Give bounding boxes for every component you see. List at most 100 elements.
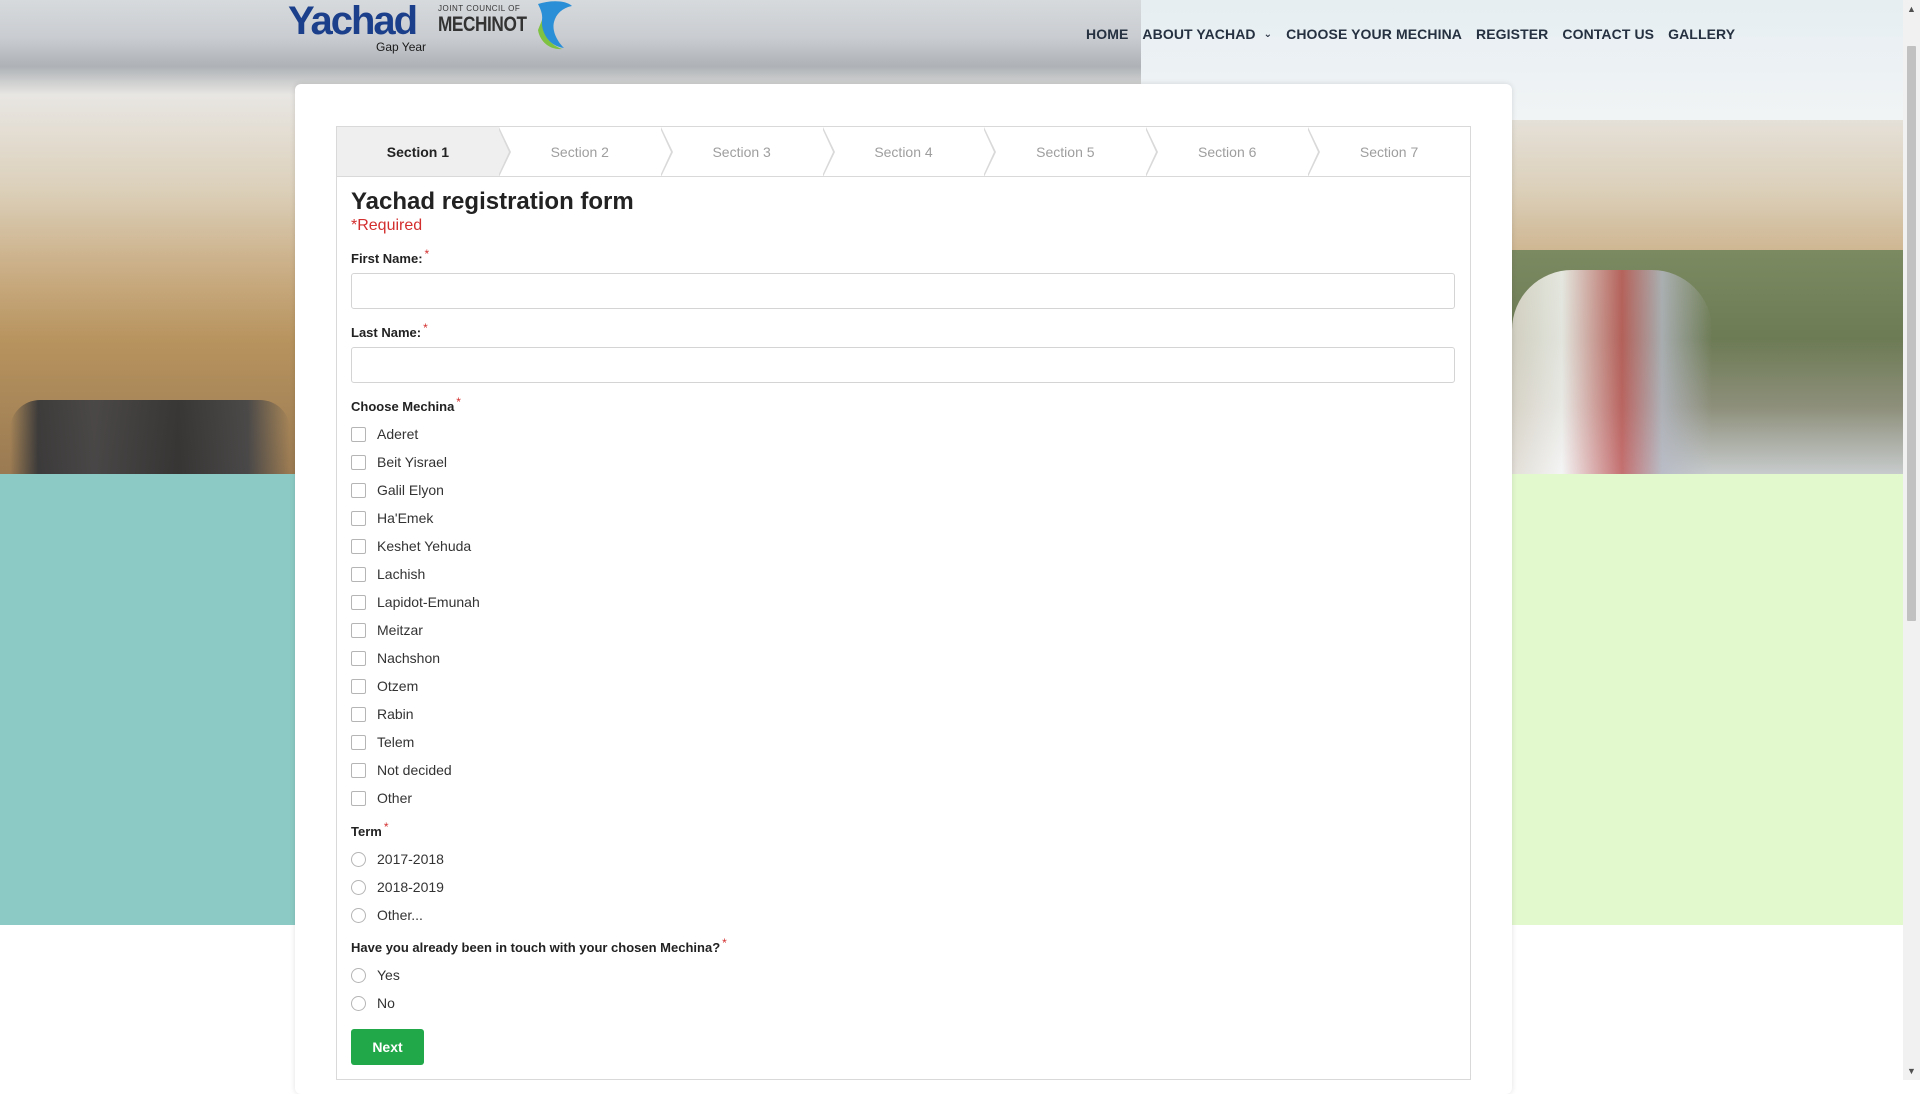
option-label: Ha'Emek xyxy=(377,510,434,526)
step-arrow xyxy=(497,127,511,177)
nav-label: CHOOSE YOUR MECHINA xyxy=(1286,26,1462,42)
option-label: Other xyxy=(377,790,413,806)
checkbox[interactable] xyxy=(351,538,366,554)
step-section-1[interactable]: Section 1 xyxy=(337,127,511,177)
option-label: Telem xyxy=(377,734,415,750)
option-label: Lapidot-Emunah xyxy=(377,594,480,610)
required-star: * xyxy=(456,395,461,409)
mechina-option-aderet[interactable]: Aderet xyxy=(351,426,418,442)
nav-label: HOME xyxy=(1086,26,1129,42)
mechina-option-otzem[interactable]: Otzem xyxy=(351,678,418,694)
checkbox[interactable] xyxy=(351,622,366,638)
term-option-2018-2019[interactable]: 2018-2019 xyxy=(351,879,444,895)
scrollbar-thumb[interactable] xyxy=(1907,46,1916,621)
checkbox[interactable] xyxy=(351,678,366,694)
radio-button[interactable] xyxy=(351,851,366,867)
step-label: Section 1 xyxy=(386,143,450,160)
nav-gallery[interactable]: GALLERY xyxy=(1668,26,1735,42)
page-scrollbar[interactable]: ▲ ▼ xyxy=(1903,0,1920,1080)
logo-yachad-text: Yachad xyxy=(288,0,418,43)
option-label: Other... xyxy=(377,907,423,923)
required-star: * xyxy=(423,321,428,335)
option-label: Keshet Yehuda xyxy=(377,538,472,554)
checkbox[interactable] xyxy=(351,650,366,666)
checkbox[interactable] xyxy=(351,426,366,442)
radio-button[interactable] xyxy=(351,907,366,923)
main-nav: HOME ABOUT YACHAD ⌄ CHOOSE YOUR MECHINA R… xyxy=(1086,26,1749,42)
label-text: Last Name: xyxy=(351,325,422,340)
term-option-other[interactable]: Other... xyxy=(351,907,423,923)
checkbox[interactable] xyxy=(351,762,366,778)
mechina-option-lapidot-emunah[interactable]: Lapidot-Emunah xyxy=(351,594,480,610)
option-label: Galil Elyon xyxy=(377,482,444,498)
contact-option-yes[interactable]: Yes xyxy=(351,967,400,983)
contact-question-label: Have you already been in touch with your… xyxy=(351,936,727,955)
last-name-input[interactable] xyxy=(351,347,1455,383)
nav-register[interactable]: REGISTER xyxy=(1476,26,1548,42)
mechina-option-galil-elyon[interactable]: Galil Elyon xyxy=(351,482,444,498)
required-star: * xyxy=(424,247,430,261)
mechina-option-beit-yisrael[interactable]: Beit Yisrael xyxy=(351,454,447,470)
step-label: Section 3 xyxy=(712,143,771,160)
label-text: Choose Mechina xyxy=(351,399,455,414)
site-logo[interactable]: Yachad Gap Year JOINT COUNCIL OF MECHINO… xyxy=(288,0,588,56)
option-label: 2017-2018 xyxy=(377,851,444,867)
option-label: Not decided xyxy=(377,762,452,778)
next-button[interactable]: Next xyxy=(351,1029,424,1065)
mechina-option-nachshon[interactable]: Nachshon xyxy=(351,650,440,666)
mechina-option-haemek[interactable]: Ha'Emek xyxy=(351,510,433,526)
mechina-option-rabin[interactable]: Rabin xyxy=(351,706,414,722)
label-text: First Name: xyxy=(351,251,423,266)
mechina-option-not-decided[interactable]: Not decided xyxy=(351,762,452,778)
scroll-up-icon[interactable]: ▲ xyxy=(1903,2,1920,16)
logo-bird-icon xyxy=(538,1,572,50)
mechina-option-telem[interactable]: Telem xyxy=(351,734,414,750)
step-section-6[interactable]: Section 6 xyxy=(1146,127,1321,177)
logo-tagline: Gap Year xyxy=(376,40,427,54)
checkbox[interactable] xyxy=(351,594,366,610)
step-section-7[interactable]: Section 7 xyxy=(1308,127,1470,176)
last-name-label: Last Name: * xyxy=(351,321,428,340)
radio-button[interactable] xyxy=(351,879,366,895)
nav-label: REGISTER xyxy=(1476,26,1549,42)
first-name-input[interactable] xyxy=(351,273,1455,309)
radio-button[interactable] xyxy=(351,995,366,1011)
first-name-label: First Name: * xyxy=(351,247,429,266)
mechina-option-meitzar[interactable]: Meitzar xyxy=(351,622,423,638)
nav-choose-mechina[interactable]: CHOOSE YOUR MECHINA xyxy=(1286,26,1462,42)
mechina-option-lachish[interactable]: Lachish xyxy=(351,566,425,582)
green-band xyxy=(1512,474,1903,925)
scroll-down-icon[interactable]: ▼ xyxy=(1903,1064,1920,1078)
nav-contact-us[interactable]: CONTACT US xyxy=(1562,26,1654,42)
checkbox[interactable] xyxy=(351,454,366,470)
step-section-4[interactable]: Section 4 xyxy=(823,127,997,177)
checkbox[interactable] xyxy=(351,706,366,722)
nav-about-yachad[interactable]: ABOUT YACHAD ⌄ xyxy=(1142,26,1272,42)
mechina-option-other[interactable]: Other xyxy=(351,790,412,806)
option-label: Beit Yisrael xyxy=(377,454,448,470)
step-label: Section 2 xyxy=(550,143,609,160)
step-arrow xyxy=(1307,127,1321,177)
hero-people-left xyxy=(10,400,290,474)
checkbox[interactable] xyxy=(351,482,366,498)
checkbox[interactable] xyxy=(351,510,366,526)
contact-option-no[interactable]: No xyxy=(351,995,395,1011)
mechina-option-keshet-yehuda[interactable]: Keshet Yehuda xyxy=(351,538,471,554)
step-label: Section 4 xyxy=(874,143,933,160)
choose-mechina-label: Choose Mechina * xyxy=(351,395,461,414)
required-star: * xyxy=(722,936,727,950)
term-label: Term * xyxy=(351,820,389,839)
step-arrow xyxy=(821,127,835,177)
checkbox[interactable] xyxy=(351,734,366,750)
checkbox[interactable] xyxy=(351,790,366,806)
step-arrow xyxy=(1145,127,1159,177)
nav-home[interactable]: HOME xyxy=(1086,26,1128,42)
step-section-3[interactable]: Section 3 xyxy=(661,127,835,177)
option-label: Meitzar xyxy=(377,622,423,638)
radio-button[interactable] xyxy=(351,967,366,983)
step-section-2[interactable]: Section 2 xyxy=(499,127,673,177)
checkbox[interactable] xyxy=(351,566,366,582)
step-section-5[interactable]: Section 5 xyxy=(984,127,1159,177)
step-label: Section 6 xyxy=(1198,143,1257,160)
term-option-2017-2018[interactable]: 2017-2018 xyxy=(351,851,444,867)
